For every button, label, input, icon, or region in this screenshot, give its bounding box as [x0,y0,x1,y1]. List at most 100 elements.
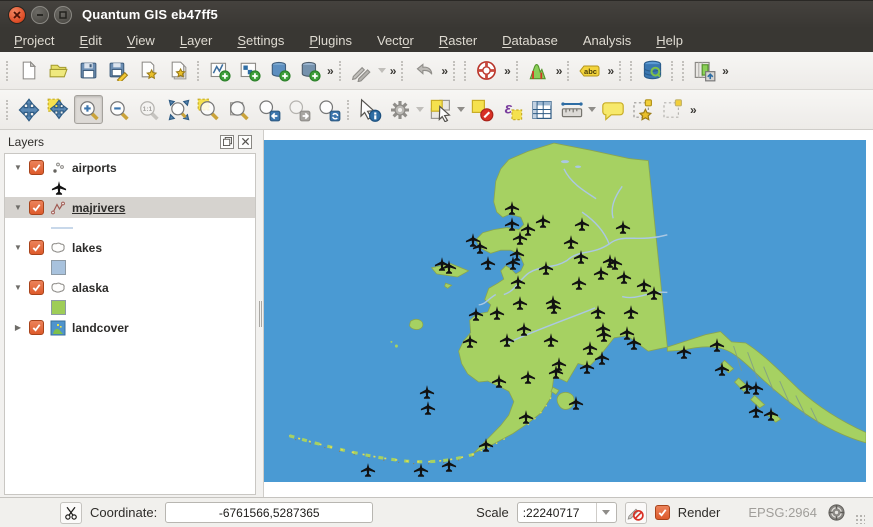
menu-layer[interactable]: Layer [180,33,213,48]
raster-histogram-button[interactable] [524,56,553,85]
deselect-features-button[interactable] [467,95,496,124]
expander-icon[interactable]: ▼ [13,243,23,252]
add-vector-layer-button[interactable] [205,56,234,85]
toolbar-drag-handle[interactable] [6,61,10,81]
layer-row-landcover[interactable]: ▶ landcover [5,317,255,338]
layer-visibility-checkbox[interactable] [29,320,44,335]
toolbar-overflow[interactable]: » [605,64,615,78]
extents-toggle-button[interactable] [60,502,82,524]
composer-export-button[interactable] [690,56,719,85]
db-manager-button[interactable] [638,56,667,85]
digitizing-button[interactable] [347,56,376,85]
open-attribute-table-button[interactable] [527,95,556,124]
actions-dropdown-caret[interactable] [416,107,424,112]
select-by-expression-button[interactable]: ε [497,95,526,124]
layer-name[interactable]: alaska [72,281,109,295]
map-canvas[interactable] [263,130,873,497]
save-project-button[interactable] [74,56,103,85]
measure-button[interactable] [557,95,586,124]
new-print-composer-button[interactable] [134,56,163,85]
menu-vector[interactable]: Vector [377,33,414,48]
toolbar-drag-handle[interactable] [619,61,623,81]
refresh-button[interactable] [314,95,343,124]
add-postgis-layer-button[interactable] [265,56,294,85]
zoom-in-button[interactable] [74,95,103,124]
new-bookmark-button[interactable] [628,95,657,124]
toolbar-drag-handle[interactable] [6,100,10,120]
render-checkbox[interactable] [655,505,670,520]
toolbar-drag-handle[interactable] [671,61,675,81]
open-project-button[interactable] [44,56,73,85]
menu-edit[interactable]: Edit [79,33,101,48]
add-raster-layer-button[interactable] [235,56,264,85]
digitizing-dropdown-caret[interactable] [378,68,386,73]
menu-raster[interactable]: Raster [439,33,477,48]
zoom-last-button[interactable] [254,95,283,124]
add-spatialite-layer-button[interactable] [295,56,324,85]
map-tips-button[interactable] [598,95,627,124]
layer-row-lakes[interactable]: ▼ lakes [5,237,255,258]
toolbar-overflow[interactable]: » [502,64,512,78]
layer-row-majrivers[interactable]: ▼ majrivers [5,197,255,218]
labeling-button[interactable]: abc [575,56,604,85]
menu-database[interactable]: Database [502,33,558,48]
expander-icon[interactable]: ▼ [13,203,23,212]
expander-icon[interactable]: ▶ [13,323,23,332]
undo-button[interactable] [409,56,438,85]
toolbar-drag-handle[interactable] [197,61,201,81]
toolbar-overflow[interactable]: » [388,64,398,78]
menu-analysis[interactable]: Analysis [583,33,631,48]
identify-button[interactable] [355,95,384,124]
layer-visibility-checkbox[interactable] [29,240,44,255]
layer-name[interactable]: airports [72,161,117,175]
expander-icon[interactable]: ▼ [13,283,23,292]
toolbar-drag-handle[interactable] [682,61,686,81]
window-resize-grip[interactable] [855,514,865,524]
composer-manager-button[interactable] [164,56,193,85]
toolbar-drag-handle[interactable] [401,61,405,81]
layer-visibility-checkbox[interactable] [29,160,44,175]
measure-dropdown-caret[interactable] [588,107,596,112]
show-bookmarks-button[interactable] [658,95,687,124]
toolbar-overflow[interactable]: » [325,64,335,78]
stop-rendering-button[interactable] [625,502,647,524]
toolbar-drag-handle[interactable] [567,61,571,81]
zoom-out-button[interactable] [104,95,133,124]
zoom-full-button[interactable] [164,95,193,124]
toolbar-drag-handle[interactable] [347,100,351,120]
menu-help[interactable]: Help [656,33,683,48]
layer-name[interactable]: lakes [72,241,102,255]
toolbar-overflow[interactable]: » [688,103,698,117]
panel-float-button[interactable] [220,135,234,149]
zoom-to-layer-button[interactable] [224,95,253,124]
layer-visibility-checkbox[interactable] [29,280,44,295]
close-button[interactable] [8,6,26,24]
menu-plugins[interactable]: Plugins [309,33,352,48]
toolbar-drag-handle[interactable] [339,61,343,81]
toolbar-drag-handle[interactable] [464,61,468,81]
pan-to-selection-button[interactable] [44,95,73,124]
scale-combo[interactable]: :22240717 [517,502,617,523]
toolbar-overflow[interactable]: » [720,64,730,78]
layer-visibility-checkbox[interactable] [29,200,44,215]
select-dropdown-caret[interactable] [457,107,465,112]
coordinate-input[interactable]: -6761566,5287365 [165,502,373,523]
menu-view[interactable]: View [127,33,155,48]
toolbar-overflow[interactable]: » [439,64,449,78]
pan-map-button[interactable] [14,95,43,124]
toolbar-overflow[interactable]: » [554,64,564,78]
menu-project[interactable]: Project [14,33,54,48]
zoom-next-button[interactable] [284,95,313,124]
zoom-actual-button[interactable]: 1:1 [134,95,163,124]
run-actions-button[interactable] [385,95,414,124]
expander-icon[interactable]: ▼ [13,163,23,172]
zoom-to-selection-button[interactable] [194,95,223,124]
scale-dropdown-button[interactable] [596,503,616,522]
layer-name[interactable]: majrivers [72,201,125,215]
toolbar-drag-handle[interactable] [630,61,634,81]
save-project-as-button[interactable] [104,56,133,85]
select-features-button[interactable] [426,95,455,124]
minimize-button[interactable] [31,6,49,24]
layer-name[interactable]: landcover [72,321,129,335]
panel-close-button[interactable] [238,135,252,149]
